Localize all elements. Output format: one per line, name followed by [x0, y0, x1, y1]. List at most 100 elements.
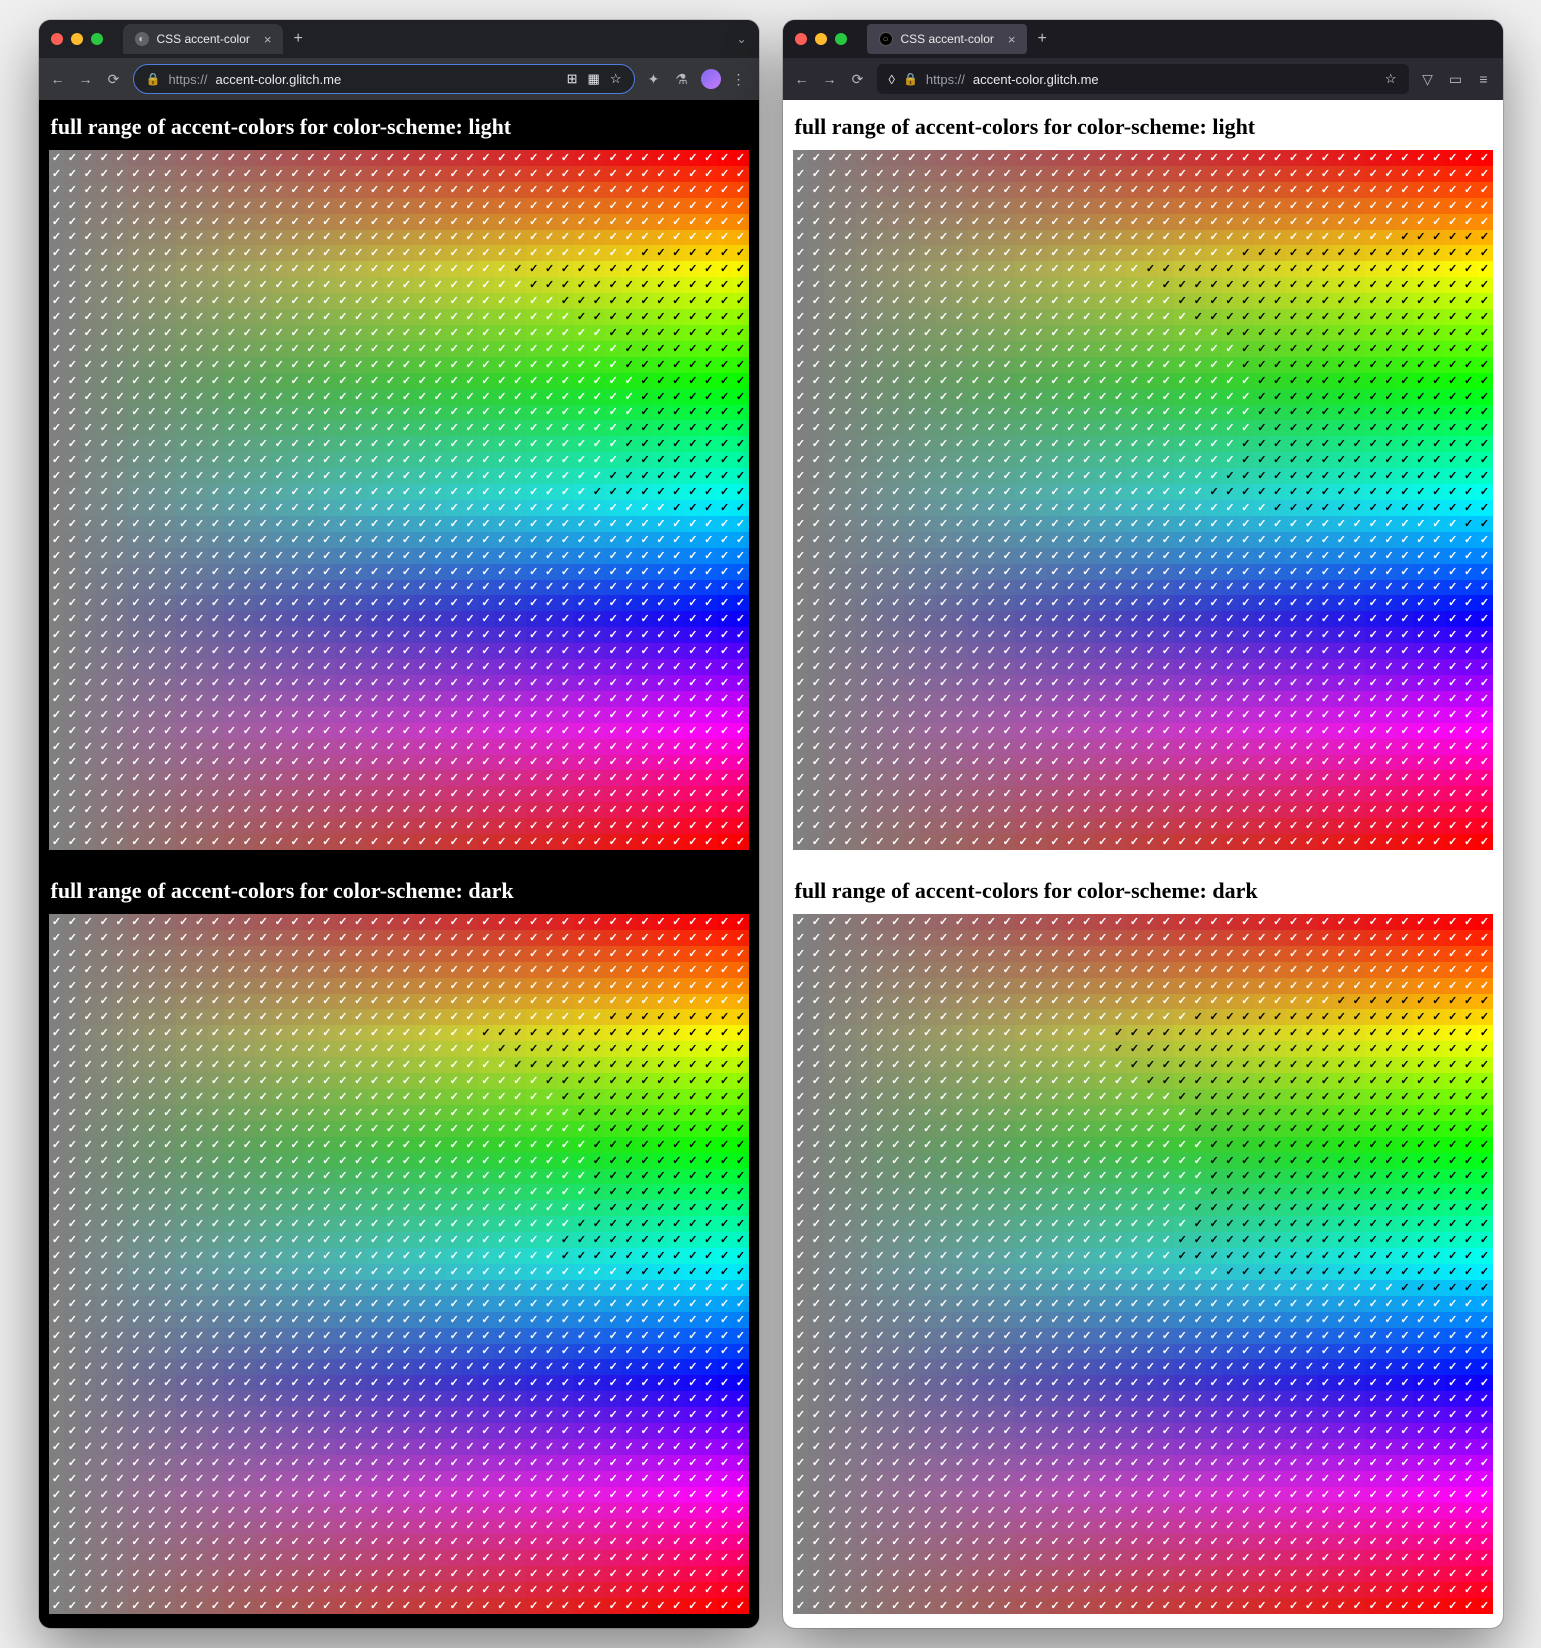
checkbox-cell[interactable]: ✓: [80, 659, 96, 675]
checkbox-cell[interactable]: ✓: [1302, 389, 1318, 405]
checkbox-cell[interactable]: ✓: [1238, 420, 1254, 436]
checkbox-cell[interactable]: ✓: [383, 707, 399, 723]
checkbox-cell[interactable]: ✓: [717, 978, 733, 994]
checkbox-cell[interactable]: ✓: [1270, 357, 1286, 373]
checkbox-cell[interactable]: ✓: [494, 1025, 510, 1041]
checkbox-cell[interactable]: ✓: [462, 150, 478, 166]
checkbox-cell[interactable]: ✓: [1461, 214, 1477, 230]
checkbox-cell[interactable]: ✓: [888, 500, 904, 516]
checkbox-cell[interactable]: ✓: [128, 1153, 144, 1169]
checkbox-cell[interactable]: ✓: [621, 341, 637, 357]
checkbox-cell[interactable]: ✓: [335, 1105, 351, 1121]
checkbox-cell[interactable]: ✓: [160, 627, 176, 643]
checkbox-cell[interactable]: ✓: [589, 1375, 605, 1391]
checkbox-cell[interactable]: ✓: [494, 389, 510, 405]
checkbox-cell[interactable]: ✓: [1397, 420, 1413, 436]
checkbox-cell[interactable]: ✓: [574, 1216, 590, 1232]
checkbox-cell[interactable]: ✓: [478, 1200, 494, 1216]
checkbox-cell[interactable]: ✓: [303, 1375, 319, 1391]
checkbox-cell[interactable]: ✓: [1190, 166, 1206, 182]
checkbox-cell[interactable]: ✓: [446, 1312, 462, 1328]
checkbox-cell[interactable]: ✓: [1158, 436, 1174, 452]
checkbox-cell[interactable]: ✓: [112, 516, 128, 532]
checkbox-cell[interactable]: ✓: [383, 1423, 399, 1439]
checkbox-cell[interactable]: ✓: [872, 182, 888, 198]
checkbox-cell[interactable]: ✓: [160, 420, 176, 436]
checkbox-cell[interactable]: ✓: [335, 420, 351, 436]
checkbox-cell[interactable]: ✓: [494, 595, 510, 611]
checkbox-cell[interactable]: ✓: [983, 341, 999, 357]
checkbox-cell[interactable]: ✓: [383, 1137, 399, 1153]
checkbox-cell[interactable]: ✓: [824, 214, 840, 230]
checkbox-cell[interactable]: ✓: [542, 755, 558, 771]
checkbox-cell[interactable]: ✓: [1365, 150, 1381, 166]
checkbox-cell[interactable]: ✓: [685, 707, 701, 723]
checkbox-cell[interactable]: ✓: [936, 309, 952, 325]
checkbox-cell[interactable]: ✓: [717, 277, 733, 293]
checkbox-cell[interactable]: ✓: [685, 468, 701, 484]
checkbox-cell[interactable]: ✓: [383, 1598, 399, 1614]
checkbox-cell[interactable]: ✓: [192, 1296, 208, 1312]
checkbox-cell[interactable]: ✓: [192, 548, 208, 564]
checkbox-cell[interactable]: ✓: [96, 484, 112, 500]
checkbox-cell[interactable]: ✓: [1349, 261, 1365, 277]
checkbox-cell[interactable]: ✓: [399, 357, 415, 373]
checkbox-cell[interactable]: ✓: [49, 1105, 65, 1121]
checkbox-cell[interactable]: ✓: [856, 516, 872, 532]
checkbox-cell[interactable]: ✓: [335, 1375, 351, 1391]
checkbox-cell[interactable]: ✓: [621, 930, 637, 946]
checkbox-cell[interactable]: ✓: [478, 1519, 494, 1535]
checkbox-cell[interactable]: ✓: [335, 405, 351, 421]
checkbox-cell[interactable]: ✓: [1318, 468, 1334, 484]
checkbox-cell[interactable]: ✓: [64, 1105, 80, 1121]
checkbox-cell[interactable]: ✓: [96, 1041, 112, 1057]
checkbox-cell[interactable]: ✓: [669, 1200, 685, 1216]
checkbox-cell[interactable]: ✓: [287, 357, 303, 373]
checkbox-cell[interactable]: ✓: [1270, 309, 1286, 325]
checkbox-cell[interactable]: ✓: [271, 357, 287, 373]
checkbox-cell[interactable]: ✓: [920, 309, 936, 325]
checkbox-cell[interactable]: ✓: [1206, 198, 1222, 214]
checkbox-cell[interactable]: ✓: [399, 786, 415, 802]
checkbox-cell[interactable]: ✓: [383, 230, 399, 246]
checkbox-cell[interactable]: ✓: [542, 786, 558, 802]
forward-button[interactable]: →: [821, 71, 839, 87]
checkbox-cell[interactable]: ✓: [685, 611, 701, 627]
checkbox-cell[interactable]: ✓: [653, 1121, 669, 1137]
checkbox-cell[interactable]: ✓: [526, 1391, 542, 1407]
checkbox-cell[interactable]: ✓: [920, 182, 936, 198]
checkbox-cell[interactable]: ✓: [462, 373, 478, 389]
checkbox-cell[interactable]: ✓: [494, 516, 510, 532]
checkbox-cell[interactable]: ✓: [1127, 198, 1143, 214]
checkbox-cell[interactable]: ✓: [1302, 277, 1318, 293]
checkbox-cell[interactable]: ✓: [446, 1296, 462, 1312]
checkbox-cell[interactable]: ✓: [621, 1598, 637, 1614]
checkbox-cell[interactable]: ✓: [255, 1519, 271, 1535]
checkbox-cell[interactable]: ✓: [319, 1248, 335, 1264]
checkbox-cell[interactable]: ✓: [621, 834, 637, 850]
checkbox-cell[interactable]: ✓: [271, 962, 287, 978]
checkbox-cell[interactable]: ✓: [224, 182, 240, 198]
checkbox-cell[interactable]: ✓: [1190, 405, 1206, 421]
checkbox-cell[interactable]: ✓: [1206, 420, 1222, 436]
checkbox-cell[interactable]: ✓: [1333, 420, 1349, 436]
checkbox-cell[interactable]: ✓: [176, 707, 192, 723]
checkbox-cell[interactable]: ✓: [1095, 516, 1111, 532]
checkbox-cell[interactable]: ✓: [510, 293, 526, 309]
checkbox-cell[interactable]: ✓: [510, 1137, 526, 1153]
checkbox-cell[interactable]: ✓: [319, 994, 335, 1010]
checkbox-cell[interactable]: ✓: [351, 1296, 367, 1312]
checkbox-cell[interactable]: ✓: [96, 373, 112, 389]
checkbox-cell[interactable]: ✓: [558, 1169, 574, 1185]
checkbox-cell[interactable]: ✓: [414, 1359, 430, 1375]
checkbox-cell[interactable]: ✓: [128, 834, 144, 850]
checkbox-cell[interactable]: ✓: [303, 1407, 319, 1423]
checkbox-cell[interactable]: ✓: [1365, 484, 1381, 500]
checkbox-cell[interactable]: ✓: [96, 691, 112, 707]
checkbox-cell[interactable]: ✓: [1015, 516, 1031, 532]
checkbox-cell[interactable]: ✓: [1174, 420, 1190, 436]
checkbox-cell[interactable]: ✓: [144, 293, 160, 309]
checkbox-cell[interactable]: ✓: [1015, 198, 1031, 214]
checkbox-cell[interactable]: ✓: [1270, 516, 1286, 532]
checkbox-cell[interactable]: ✓: [80, 1073, 96, 1089]
